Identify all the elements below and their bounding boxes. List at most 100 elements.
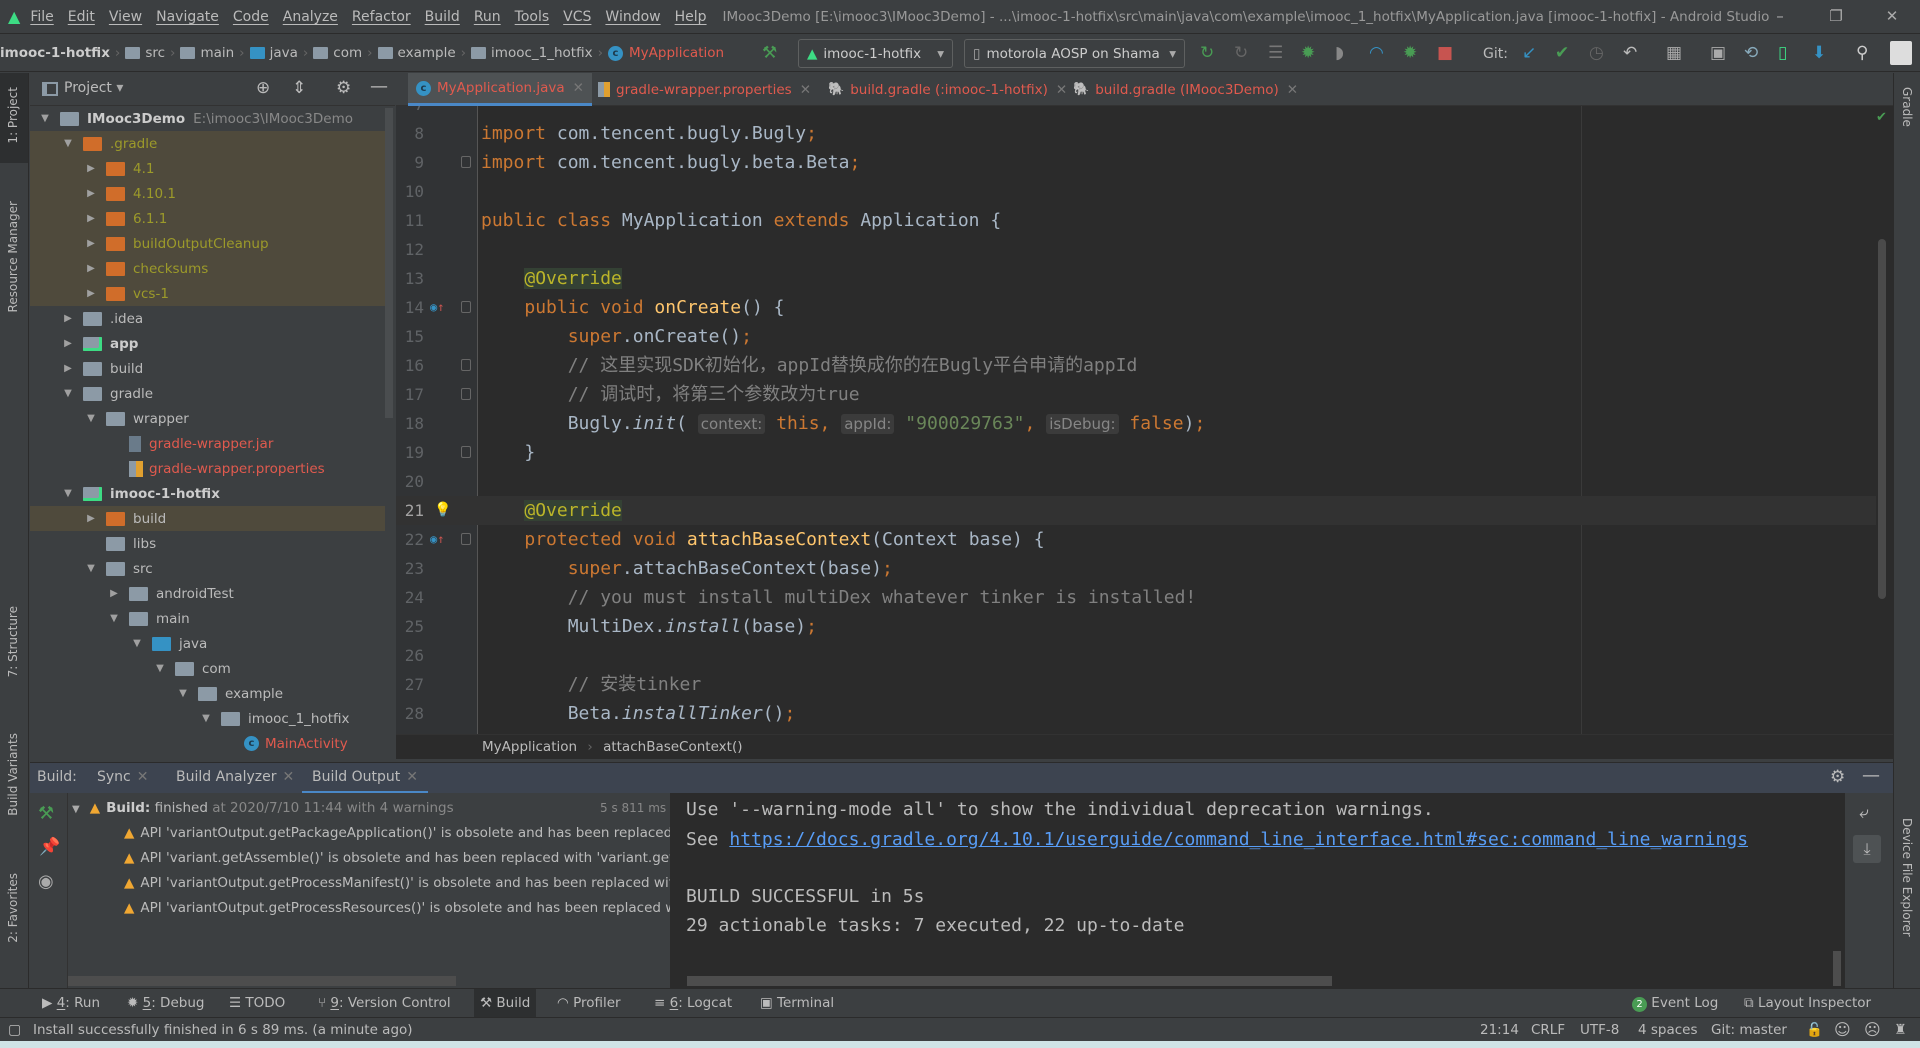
tree-item[interactable]: ▼ main — [30, 606, 385, 631]
menu-help[interactable]: Help — [675, 9, 707, 25]
gear-icon[interactable]: ⚙ — [336, 78, 351, 98]
gear-icon[interactable]: ⚙ — [1830, 767, 1845, 787]
code-line[interactable]: 26 — [396, 641, 1876, 670]
layout-inspector-button[interactable]: ⧉ Layout Inspector — [1738, 989, 1877, 1018]
chevron-right-icon[interactable]: ▶ — [84, 238, 98, 249]
debug-icon[interactable]: ✹ — [1301, 43, 1315, 63]
chevron-right-icon[interactable]: ▶ — [84, 263, 98, 274]
project-structure-icon[interactable]: ▦ — [1666, 43, 1682, 63]
menu-view[interactable]: View — [109, 9, 142, 25]
chevron-down-icon[interactable]: ▼ — [176, 688, 190, 699]
tool-window-logcat[interactable]: ≡ 6: Logcat — [648, 989, 738, 1018]
tool-window-gradle[interactable]: Gradle — [1900, 87, 1914, 127]
tool-window-versioncontrol[interactable]: ⑂ 9: Version Control — [312, 989, 457, 1018]
soft-wrap-icon[interactable]: ⤶ — [1859, 803, 1869, 823]
apply-code-changes-icon[interactable]: ↻ — [1234, 43, 1248, 63]
tool-window-build[interactable]: ⚒ Build — [474, 989, 537, 1018]
chevron-right-icon[interactable]: ▶ — [61, 313, 75, 324]
git-update-icon[interactable]: ↙ — [1522, 43, 1536, 63]
tool-windows-toggle-icon[interactable]: ▢ — [8, 1018, 21, 1042]
tool-window-terminal[interactable]: ▣ Terminal — [754, 989, 840, 1018]
code-line[interactable]: 16 // 这里实现SDK初始化，appId替换成你的在Bugly平台申请的ap… — [396, 351, 1876, 380]
code-line[interactable]: 11 public class MyApplication extends App… — [396, 206, 1876, 235]
tree-item[interactable]: ▼ IMooc3Demo E:\imooc3\IMooc3Demo — [30, 106, 385, 131]
run-coverage-icon[interactable]: ◗ — [1335, 43, 1344, 63]
search-icon[interactable]: ⚲ — [1856, 43, 1868, 63]
filter-eye-icon[interactable]: ◉ — [38, 871, 54, 892]
code-line[interactable]: 14 ◉↑ public void onCreate() { — [396, 293, 1876, 322]
chevron-down-icon[interactable]: ▼ — [61, 138, 75, 149]
tab-build-output[interactable]: Build Output ✕ — [302, 763, 428, 794]
tree-item[interactable]: ▶ build — [30, 506, 385, 531]
line-separator[interactable]: CRLF — [1531, 1018, 1565, 1042]
tree-item[interactable]: ▼ src — [30, 556, 385, 581]
build-warning-row[interactable]: ▲ API 'variant.getAssemble()' is obsolete… — [124, 846, 670, 871]
tree-item[interactable]: ▼ imooc-1-hotfix — [30, 481, 385, 506]
close-tab-icon[interactable]: ✕ — [1287, 82, 1298, 98]
breadcrumb-item[interactable]: example › — [377, 45, 472, 61]
caret-position[interactable]: 21:14 — [1480, 1018, 1519, 1042]
chevron-right-icon[interactable]: ▶ — [84, 513, 98, 524]
tab-build-analyzer[interactable]: Build Analyzer ✕ — [176, 763, 294, 794]
rebuild-hammer-icon[interactable]: ⚒ — [38, 803, 54, 824]
scroll-to-end-icon[interactable]: ⤓ — [1853, 835, 1881, 863]
chevron-right-icon[interactable]: ▶ — [84, 288, 98, 299]
code-line[interactable]: 24 // you must install multiDex whatever… — [396, 583, 1876, 612]
tool-window-run[interactable]: ▶ 4: Run — [36, 989, 106, 1018]
menu-navigate[interactable]: Navigate — [156, 9, 219, 25]
make-project-hammer-icon[interactable]: ⚒ — [762, 43, 777, 63]
code-line[interactable]: 13 @Override — [396, 264, 1876, 293]
tree-item[interactable]: ▶ build — [30, 356, 385, 381]
code-line[interactable]: 25 MultiDex.install(base); — [396, 612, 1876, 641]
code-line[interactable]: 20 — [396, 467, 1876, 496]
breadcrumb-method[interactable]: attachBaseContext() — [603, 739, 742, 755]
file-encoding[interactable]: UTF-8 — [1580, 1018, 1619, 1042]
tree-item[interactable]: ▶ vcs-1 — [30, 281, 385, 306]
build-tree-scrollbar[interactable] — [68, 976, 456, 986]
close-button[interactable]: ✕ — [1864, 0, 1920, 32]
git-rollback-icon[interactable]: ↶ — [1623, 43, 1637, 63]
menu-build[interactable]: Build — [425, 9, 460, 25]
fold-marker-icon[interactable] — [461, 359, 471, 371]
code-line[interactable]: 9 import com.tencent.bugly.beta.Beta; — [396, 148, 1876, 177]
fold-marker-icon[interactable] — [461, 533, 471, 545]
tree-item[interactable]: ▼ example — [30, 681, 385, 706]
editor-tab[interactable]: 🐘 build.gradle (:imooc-1-hotfix) ✕ — [820, 73, 1075, 106]
chevron-right-icon[interactable]: ▶ — [84, 163, 98, 174]
build-warning-row[interactable]: ▲ API 'variantOutput.getProcessResources(… — [124, 896, 670, 921]
code-line[interactable]: 12 — [396, 235, 1876, 264]
profile-icon[interactable]: ◠ — [1369, 43, 1384, 63]
breadcrumb-item[interactable]: c MyApplication — [608, 45, 724, 61]
chevron-down-icon[interactable]: ▼ — [84, 563, 98, 574]
code-line[interactable]: 21 💡 @Override — [396, 496, 1876, 525]
hide-icon[interactable]: — — [1862, 765, 1880, 786]
menu-run[interactable]: Run — [474, 9, 501, 25]
happy-feedback-icon[interactable]: ☺ — [1834, 1018, 1851, 1042]
menu-code[interactable]: Code — [233, 9, 269, 25]
chevron-down-icon[interactable]: ▼ — [199, 713, 213, 724]
tree-item[interactable]: gradle-wrapper.properties — [30, 456, 385, 481]
git-branch[interactable]: Git: master — [1711, 1018, 1787, 1042]
tree-item[interactable]: ▶ 4.1 — [30, 156, 385, 181]
tree-item[interactable]: ▼ wrapper — [30, 406, 385, 431]
run-config-dropdown[interactable]: ▲ imooc-1-hotfix ▾ — [798, 39, 953, 68]
code-editor[interactable]: 7 8 import com.tencent.bugly.Bugly; 9 import… — [396, 106, 1893, 734]
tab-sync[interactable]: Sync ✕ — [97, 763, 148, 794]
editor-tab[interactable]: c MyApplication.java ✕ — [408, 73, 592, 106]
code-line[interactable]: 17 // 调试时，将第三个参数改为true — [396, 380, 1876, 409]
code-line[interactable]: 28 Beta.installTinker(); — [396, 699, 1876, 728]
code-line[interactable]: 27 // 安装tinker — [396, 670, 1876, 699]
device-dropdown[interactable]: ▯ motorola AOSP on Shama ▾ — [964, 39, 1185, 68]
avd-manager-icon[interactable]: ▯ — [1778, 43, 1787, 63]
close-tab-icon[interactable]: ✕ — [573, 80, 584, 96]
chevron-right-icon[interactable]: ▶ — [61, 363, 75, 374]
project-tree-scrollbar[interactable] — [385, 108, 393, 418]
tree-item[interactable]: ▶ androidTest — [30, 581, 385, 606]
breadcrumb-class[interactable]: MyApplication — [482, 739, 577, 755]
tree-item[interactable]: gradle-wrapper.jar — [30, 431, 385, 456]
build-warning-row[interactable]: ▲ API 'variantOutput.getPackageApplicatio… — [124, 821, 670, 846]
terminal-toolbar-icon[interactable]: ▣ — [1710, 43, 1726, 63]
chevron-down-icon[interactable]: ▼ — [38, 113, 52, 124]
build-console[interactable]: Use '--warning-mode all' to show the ind… — [670, 793, 1845, 988]
tool-window-project[interactable]: 1: Project — [6, 87, 20, 144]
